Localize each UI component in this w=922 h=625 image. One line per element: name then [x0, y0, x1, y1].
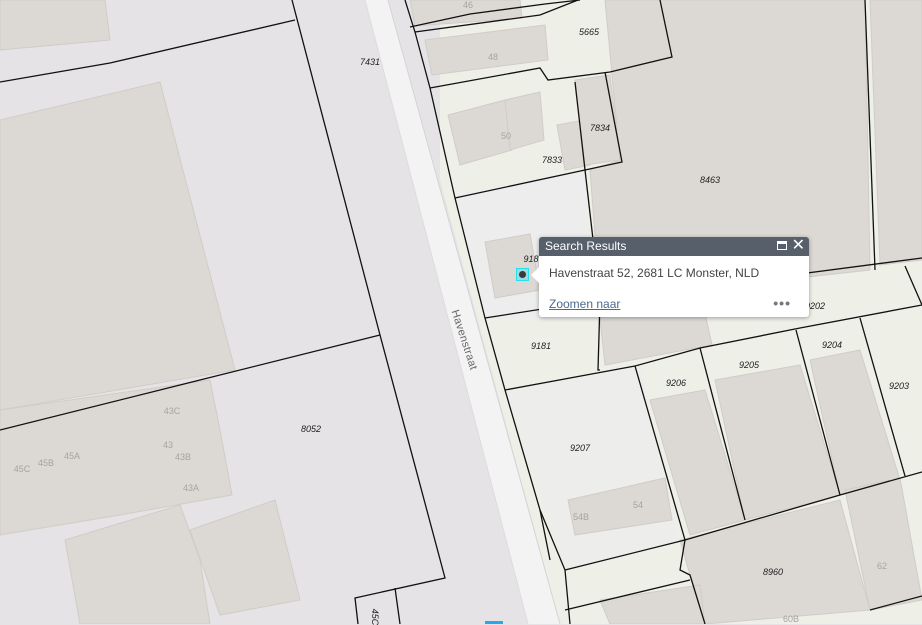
- house-number: 45A: [63, 451, 81, 461]
- parcel-label: 7833: [541, 155, 563, 165]
- popup-header: Search Results ✕: [539, 237, 809, 256]
- parcel-label: 9205: [738, 360, 760, 370]
- building: [504, 91, 545, 151]
- parcel-label: 918: [523, 254, 539, 264]
- building: [484, 233, 541, 299]
- popup-title: Search Results: [545, 239, 627, 253]
- parcel-label: 9181: [530, 341, 552, 351]
- house-number: 54B: [572, 512, 590, 522]
- location-dot-icon: [519, 271, 526, 278]
- parcel-label: 9206: [665, 378, 687, 388]
- parcel-label: 5665: [578, 27, 600, 37]
- popup-pointer: [531, 267, 539, 283]
- house-number: 60B: [782, 614, 800, 624]
- search-result-marker[interactable]: [516, 268, 529, 281]
- maximize-icon[interactable]: [777, 241, 787, 250]
- zoom-to-link[interactable]: Zoomen naar: [549, 297, 620, 311]
- house-number: 45B: [37, 458, 55, 468]
- house-number: 62: [876, 561, 888, 571]
- house-number: 46: [462, 0, 474, 10]
- house-number: 43: [162, 440, 174, 450]
- parcel-label: 8463: [699, 175, 721, 185]
- house-number: 54: [632, 500, 644, 510]
- house-number: 43C: [163, 406, 181, 416]
- parcel-label: 45C: [370, 608, 380, 625]
- house-number: 43A: [182, 483, 200, 493]
- parcel-label: 8960: [762, 567, 784, 577]
- house-number: 45C: [13, 464, 31, 474]
- house-number: 50: [500, 131, 512, 141]
- house-number: 43B: [174, 452, 192, 462]
- parcel-label: 9203: [888, 381, 910, 391]
- search-results-popup: Search Results ✕ Havenstraat 52, 2681 LC…: [531, 237, 809, 317]
- parcel-label: 9207: [569, 443, 591, 453]
- popup-address: Havenstraat 52, 2681 LC Monster, NLD: [549, 266, 760, 280]
- house-number: 48: [487, 52, 499, 62]
- parcel-label: 7431: [359, 57, 381, 67]
- parcel-label: 9204: [821, 340, 843, 350]
- parcel-label: 8052: [300, 424, 322, 434]
- parcel-label: 7834: [589, 123, 611, 133]
- close-icon[interactable]: ✕: [792, 237, 805, 255]
- more-options-icon[interactable]: •••: [773, 295, 791, 311]
